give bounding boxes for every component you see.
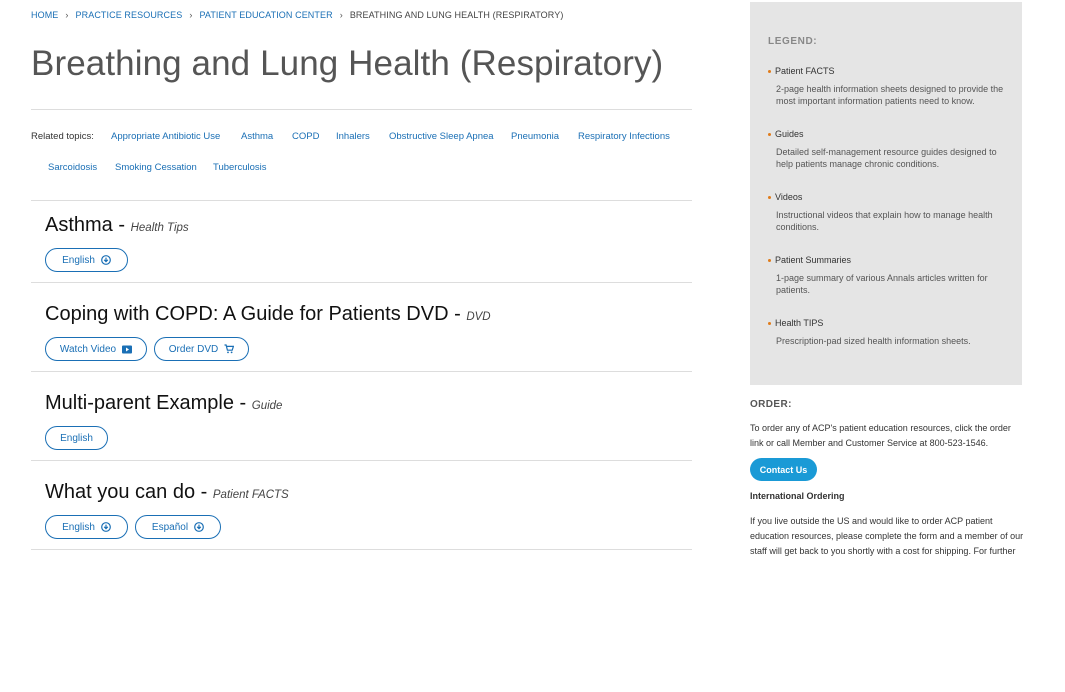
legend-item-name: Guides [768, 129, 1008, 139]
related-topic-link[interactable]: Smoking Cessation [115, 162, 197, 173]
related-topic-link[interactable]: Respiratory Infections [578, 131, 670, 142]
breadcrumb-practice-resources[interactable]: PRACTICE RESOURCES [76, 10, 183, 20]
video-icon [122, 344, 133, 354]
related-topic-link[interactable]: Appropriate Antibiotic Use [111, 131, 220, 142]
resource-type: Health Tips [130, 222, 189, 234]
legend-item-name: Patient FACTS [768, 66, 1008, 76]
divider [31, 109, 692, 110]
related-topic-link[interactable]: Obstructive Sleep Apnea [389, 131, 494, 142]
divider [31, 371, 692, 372]
divider [31, 282, 692, 283]
button-label: English [60, 432, 93, 444]
breadcrumb-current: BREATHING AND LUNG HEALTH (RESPIRATORY) [349, 10, 564, 20]
related-topic-link[interactable]: Sarcoidosis [48, 162, 97, 173]
international-ordering-title: International Ordering [750, 491, 845, 501]
legend-item-desc: 1-page summary of various Annals article… [776, 273, 988, 295]
international-ordering-text: If you live outside the US and would lik… [750, 516, 1024, 556]
related-topic-link[interactable]: Tuberculosis [213, 162, 267, 173]
chevron-right-icon: › [339, 10, 343, 20]
legend-item: Videos Instructional videos that explain… [768, 192, 1008, 233]
legend-item-desc: 2-page health information sheets designe… [776, 84, 1004, 106]
legend-item-name: Videos [768, 192, 1008, 202]
resource-type: DVD [466, 311, 491, 323]
legend-item: Patient Summaries 1-page summary of vari… [768, 255, 1008, 296]
watch-video-button[interactable]: Watch Video [45, 337, 147, 361]
english-download-button[interactable]: English [45, 248, 128, 272]
chevron-right-icon: › [65, 10, 69, 20]
legend-item: Health TIPS Prescription-pad sized healt… [768, 318, 1008, 347]
resource-type: Patient FACTS [212, 489, 289, 501]
download-icon [101, 522, 111, 532]
legend-item-desc: Detailed self-management resource guides… [776, 147, 997, 169]
divider [31, 460, 692, 461]
button-label: Watch Video [59, 343, 117, 355]
resource-title: Coping with COPD: A Guide for Patients D… [45, 303, 491, 325]
related-topic-link[interactable]: Asthma [241, 131, 273, 142]
cart-icon [224, 344, 235, 354]
download-icon [194, 522, 204, 532]
download-icon [101, 255, 111, 265]
button-label: English [62, 521, 95, 533]
divider [31, 200, 692, 201]
order-title: ORDER: [750, 399, 792, 410]
breadcrumb-home[interactable]: HOME [31, 10, 58, 20]
divider [31, 549, 692, 550]
resource-name[interactable]: Multi-parent Example [45, 392, 234, 414]
button-label: Español [151, 521, 189, 533]
breadcrumb: HOME › PRACTICE RESOURCES › PATIENT EDUC… [31, 10, 563, 20]
button-label: Order DVD [168, 343, 219, 355]
resource-name[interactable]: Asthma [45, 214, 113, 236]
resource-title: Multi-parent Example - Guide [45, 392, 283, 414]
resource-title: Asthma - Health Tips [45, 214, 189, 236]
resource-type: Guide [251, 400, 283, 412]
resource-title: What you can do - Patient FACTS [45, 481, 289, 503]
legend-item-name: Patient Summaries [768, 255, 1008, 265]
legend-item-name: Health TIPS [768, 318, 1008, 328]
resource-name[interactable]: Coping with COPD: A Guide for Patients D… [45, 303, 449, 325]
related-topic-link[interactable]: COPD [292, 131, 319, 142]
legend-item: Patient FACTS 2-page health information … [768, 66, 1008, 107]
related-topic-link[interactable]: Inhalers [336, 131, 370, 142]
related-topics-label: Related topics: [31, 131, 94, 142]
contact-us-button[interactable]: Contact Us [750, 458, 817, 481]
legend-title: LEGEND: [768, 36, 818, 47]
page-title: Breathing and Lung Health (Respiratory) [31, 44, 664, 83]
legend-item-desc: Prescription-pad sized health informatio… [776, 336, 971, 346]
related-topic-link[interactable]: Pneumonia [511, 131, 559, 142]
resource-name[interactable]: What you can do [45, 481, 195, 503]
legend-item-desc: Instructional videos that explain how to… [776, 210, 993, 232]
breadcrumb-patient-education-center[interactable]: PATIENT EDUCATION CENTER [199, 10, 332, 20]
legend-item: Guides Detailed self-management resource… [768, 129, 1008, 170]
english-button[interactable]: English [45, 426, 108, 450]
espanol-download-button[interactable]: Español [135, 515, 221, 539]
legend-panel: LEGEND: Patient FACTS 2-page health info… [750, 2, 1022, 385]
order-dvd-button[interactable]: Order DVD [154, 337, 249, 361]
chevron-right-icon: › [189, 10, 193, 20]
english-download-button[interactable]: English [45, 515, 128, 539]
button-label: English [62, 254, 95, 266]
order-text: To order any of ACP's patient education … [750, 423, 1011, 448]
